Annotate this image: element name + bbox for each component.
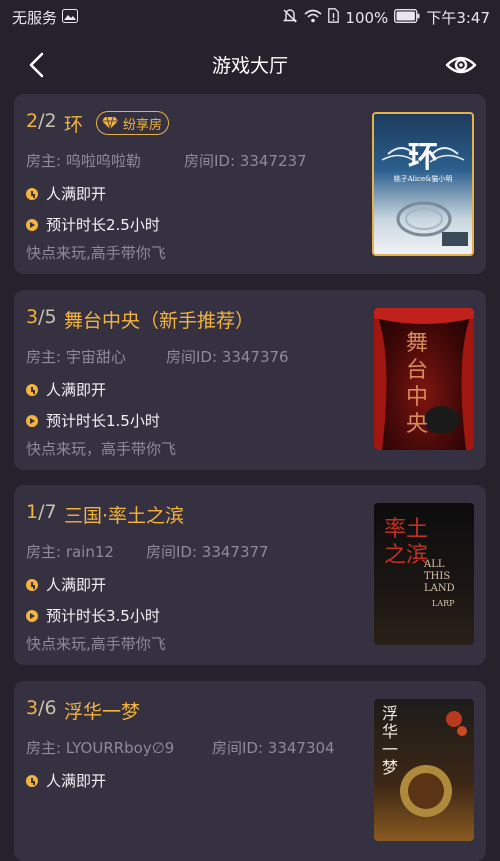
room-status: 人满即开 [46, 576, 107, 594]
status-row: 人满即开 [26, 574, 106, 595]
room-id-line: 房间ID: 3347304 [212, 739, 335, 757]
clock-time: 下午3:47 [426, 9, 490, 27]
current-players: 1 [26, 501, 39, 523]
status-left: 无服务 [12, 7, 79, 28]
player-count: 3/6 [26, 697, 57, 719]
host-name: 呜啦呜啦勒 [65, 152, 141, 170]
battery-percent: 100% [345, 8, 389, 27]
room-card[interactable]: 3/6 浮华一梦 房主: LYOURRboy∅9 房间ID: 3347304 人… [14, 681, 486, 861]
play-circle-icon [26, 414, 38, 427]
room-slogan: 快点来玩,高手带你飞 [26, 244, 166, 262]
host-name: rain12 [65, 543, 114, 561]
poster-title: 浮华一梦 [382, 704, 399, 777]
host-line: 房主: LYOURRboy∅9 [26, 739, 175, 757]
script-poster[interactable]: 率土之滨 ALL THIS LAND LARP [374, 503, 474, 645]
max-players: 7 [44, 501, 57, 523]
share-room-label: 纷享房 [123, 117, 163, 133]
image-notification-icon [62, 8, 79, 27]
diamond-icon [102, 116, 118, 130]
room-id-line: 房间ID: 3347376 [166, 348, 289, 366]
status-row: 人满即开 [26, 183, 106, 204]
room-status: 人满即开 [46, 772, 107, 790]
clock-icon [26, 774, 38, 787]
status-row: 人满即开 [26, 379, 106, 400]
room-id-line: 房间ID: 3347377 [146, 543, 269, 561]
room-name: 三国·率土之滨 [64, 505, 185, 527]
max-players: 5 [44, 306, 57, 328]
duration-row: 预计时长3.5小时 [26, 605, 160, 626]
poster-title: 舞台中央 [406, 331, 429, 437]
battery-icon [394, 8, 420, 27]
room-duration: 预计时长3.5小时 [46, 607, 160, 625]
script-poster[interactable]: 环 桃子Alice&猫小明 [372, 112, 474, 256]
room-slogan: 快点来玩，高手带你飞 [26, 440, 177, 458]
eye-icon [445, 56, 477, 74]
clock-icon [26, 578, 38, 591]
status-row: 人满即开 [26, 770, 106, 791]
status-bar: 无服务 100% 下午3:47 [0, 0, 500, 34]
room-name: 浮华一梦 [64, 701, 141, 723]
poster-title: 率土之滨 [384, 517, 429, 568]
room-id: 3347237 [239, 152, 307, 170]
sim-icon [328, 8, 340, 27]
share-room-badge: 纷享房 [96, 111, 170, 135]
room-id: 3347304 [267, 739, 335, 757]
clock-icon [26, 187, 38, 200]
room-card[interactable]: 1/7 三国·率土之滨 房主: rain12 房间ID: 3347377 人满即… [14, 485, 486, 665]
room-id: 3347376 [221, 348, 289, 366]
player-count: 3/5 [26, 306, 57, 328]
play-circle-icon [26, 609, 38, 622]
current-players: 2 [26, 110, 39, 132]
host-line: 房主: rain12 [26, 543, 114, 561]
status-right: 100% 下午3:47 [282, 7, 490, 28]
room-name: 环 [64, 114, 84, 136]
room-id-line: 房间ID: 3347237 [184, 152, 307, 170]
page-title: 游戏大厅 [211, 55, 288, 77]
clock-icon [26, 383, 38, 396]
max-players: 6 [44, 697, 57, 719]
current-players: 3 [26, 306, 39, 328]
host-name: LYOURRboy∅9 [65, 739, 175, 757]
carrier-text: 无服务 [12, 9, 58, 27]
wifi-icon [304, 9, 322, 27]
eye-button[interactable] [444, 50, 478, 80]
room-duration: 预计时长1.5小时 [46, 412, 160, 430]
player-count: 1/7 [26, 501, 57, 523]
room-duration: 预计时长2.5小时 [46, 216, 160, 234]
room-card[interactable]: 3/5 舞台中央（新手推荐） 房主: 宇宙甜心 房间ID: 3347376 人满… [14, 290, 486, 470]
host-name: 宇宙甜心 [65, 348, 126, 366]
host-line: 房主: 宇宙甜心 [26, 348, 126, 366]
player-count: 2/2 [26, 110, 57, 132]
duration-row: 预计时长2.5小时 [26, 214, 160, 235]
room-card[interactable]: 2/2 环 纷享房 房主: 呜啦呜啦勒 房间ID: 3347237 人满即开 预… [14, 94, 486, 274]
room-status: 人满即开 [46, 381, 107, 399]
host-line: 房主: 呜啦呜啦勒 [26, 152, 141, 170]
duration-row: 预计时长1.5小时 [26, 410, 160, 431]
poster-subtitle: 桃子Alice&猫小明 [393, 175, 453, 183]
poster-tag: LARP [432, 599, 455, 608]
app-header: 游戏大厅 [0, 34, 500, 96]
script-poster[interactable]: 浮华一梦 [374, 699, 474, 841]
script-poster[interactable]: 舞台中央 [374, 308, 474, 450]
room-status: 人满即开 [46, 185, 107, 203]
room-name: 舞台中央（新手推荐） [64, 310, 255, 332]
poster-title: 环 [408, 140, 438, 175]
max-players: 2 [44, 110, 57, 132]
poster-subtitle: ALL THIS LAND [424, 559, 455, 594]
mute-icon [282, 8, 298, 28]
room-id: 3347377 [201, 543, 269, 561]
room-slogan: 快点来玩,高手带你飞 [26, 635, 166, 653]
play-circle-icon [26, 218, 38, 231]
current-players: 3 [26, 697, 39, 719]
